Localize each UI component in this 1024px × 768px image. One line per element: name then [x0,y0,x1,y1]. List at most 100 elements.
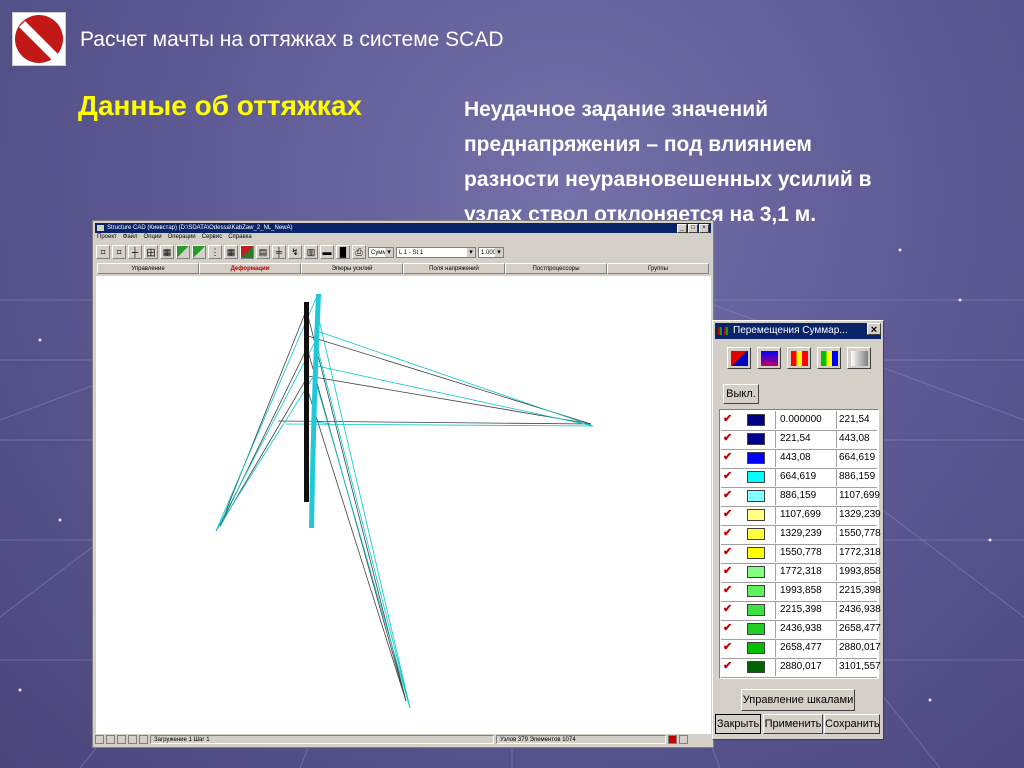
legend-from: 443,08 [779,449,837,467]
panel-close-button[interactable]: × [867,323,881,336]
scheme-rainbow-button[interactable] [787,347,811,369]
component-select[interactable]: Сумм [368,246,394,258]
legend-row[interactable]: ✔ 1107,699 1329,239 [721,506,881,526]
status-axes-icon[interactable] [117,735,126,744]
legend-row[interactable]: ✔ 1550,778 1772,318 [721,544,881,564]
legend-row[interactable]: ✔ 886,159 1107,699 [721,487,880,507]
status-nodes-icon[interactable] [106,735,115,744]
slide-body: Неудачное задание значений преднапряжени… [464,92,984,232]
grid-icon[interactable]: 田 [144,245,158,259]
close-window-button[interactable]: × [699,224,709,233]
scheme-rainbow-icon [790,350,808,366]
legend-row[interactable]: ✔ 1329,239 1550,778 [721,525,881,545]
legend-row[interactable]: ✔ 221,54 443,08 [721,430,877,450]
legend-row[interactable]: ✔ 0.000000 221,54 [721,411,877,431]
legend-to: 1329,239 [839,509,881,520]
scheme-green-icon [820,350,838,366]
legend-swatch [747,490,765,502]
status-snap-icon[interactable] [128,735,137,744]
scheme-green-button[interactable] [817,347,841,369]
check-icon[interactable]: ✔ [723,566,734,577]
check-icon[interactable]: ✔ [723,490,734,501]
legend-row[interactable]: ✔ 2658,477 2880,017 [721,639,881,659]
tab-stress-fields[interactable]: Поля напряжений [403,263,505,274]
check-icon[interactable]: ✔ [723,528,734,539]
deform-anim-icon[interactable] [192,245,206,259]
filter-icon[interactable]: ▥ [304,245,318,259]
off-button[interactable]: Выкл. [723,384,759,404]
tab-postprocessors[interactable]: Постпроцессоры [505,263,607,274]
menu-service[interactable]: Сервис [202,234,223,240]
legend-row[interactable]: ✔ 1772,318 1993,858 [721,563,881,583]
check-icon[interactable]: ✔ [723,414,734,425]
apply-button[interactable]: Применить [763,714,823,734]
print-icon[interactable]: ⎙ [352,245,366,259]
legend-from: 664,619 [779,468,837,486]
check-icon[interactable]: ✔ [723,547,734,558]
load-select[interactable]: L 1 - St 1 [396,246,476,258]
check-icon[interactable]: ✔ [723,661,734,672]
section-icon[interactable]: ╪ [272,245,286,259]
mesh-icon[interactable]: ▦ [160,245,174,259]
legend-row[interactable]: ✔ 2215,398 2436,938 [721,601,881,621]
legend-swatch [747,661,765,673]
save-button[interactable]: Сохранить [824,714,880,734]
frame-alt-icon[interactable]: ⌗ [112,245,126,259]
close-panel-button[interactable]: Закрыть [715,714,761,734]
maximize-button[interactable]: □ [688,224,698,233]
scad-titlebar[interactable]: Structure CAD (Киевстар) (D:\SDATA\Odess… [95,223,711,233]
tab-force-diagrams[interactable]: Эпюры усилий [301,263,403,274]
menu-operations[interactable]: Операции [168,234,196,240]
loads-icon[interactable]: ↯ [288,245,302,259]
scheme-gray-icon [850,350,868,366]
scheme-blue-red-button[interactable] [757,347,781,369]
legend-icon[interactable]: ▤ [256,245,270,259]
book-icon[interactable]: █ [336,245,350,259]
color-map-icon[interactable] [240,245,254,259]
legend-row[interactable]: ✔ 443,08 664,619 [721,449,877,469]
check-icon[interactable]: ✔ [723,642,734,653]
legend-to: 1772,318 [839,547,881,558]
check-icon[interactable]: ✔ [723,471,734,482]
legend-row[interactable]: ✔ 664,619 886,159 [721,468,877,488]
check-icon[interactable]: ✔ [723,623,734,634]
frame-view-icon[interactable]: ⌗ [96,245,110,259]
model-canvas[interactable] [96,276,711,734]
scheme-gray-button[interactable] [847,347,871,369]
scheme-red-blue-button[interactable] [727,347,751,369]
check-icon[interactable]: ✔ [723,509,734,520]
menu-project[interactable]: Проект [97,234,117,240]
check-icon[interactable]: ✔ [723,452,734,463]
legend-from: 1107,699 [779,506,837,524]
legend-from: 1993,858 [779,582,837,600]
tab-groups[interactable]: Группы [607,263,709,274]
legend-row[interactable]: ✔ 2436,938 2658,477 [721,620,881,640]
menu-options[interactable]: Опции [144,234,162,240]
panel-title: Перемещения Суммар... [733,325,848,336]
scad-window: Structure CAD (Киевстар) (D:\SDATA\Odess… [92,220,714,748]
tab-deformations[interactable]: Деформации [199,263,301,274]
legend-row[interactable]: ✔ 1993,858 2215,398 [721,582,881,602]
axes-icon[interactable]: ┼ [128,245,142,259]
legend-row[interactable]: ✔ 2880,017 3101,557 [721,658,881,678]
nodes-icon[interactable]: ⋮ [208,245,222,259]
check-icon[interactable]: ✔ [723,585,734,596]
status-grid-icon[interactable] [95,735,104,744]
panel-titlebar[interactable]: Перемещения Суммар... [715,323,881,339]
fragment-icon[interactable]: ▬ [320,245,334,259]
menu-help[interactable]: Справка [228,234,252,240]
minimize-button[interactable]: _ [677,224,687,233]
check-icon[interactable]: ✔ [723,604,734,615]
scale-select[interactable]: 1.000 [478,246,504,258]
legend-swatch [747,471,765,483]
mesh-2-icon[interactable]: ▦ [224,245,238,259]
deform-icon[interactable] [176,245,190,259]
check-icon[interactable]: ✔ [723,433,734,444]
tab-control[interactable]: Управление [97,263,199,274]
status-mesh-icon[interactable] [139,735,148,744]
scale-control-button[interactable]: Управление шкалами [741,689,855,711]
legend-from: 2658,477 [779,639,837,657]
body-line: преднапряжения – под влиянием [464,133,812,156]
menu-file[interactable]: Файл [123,234,138,240]
legend-to: 1550,778 [839,528,881,539]
